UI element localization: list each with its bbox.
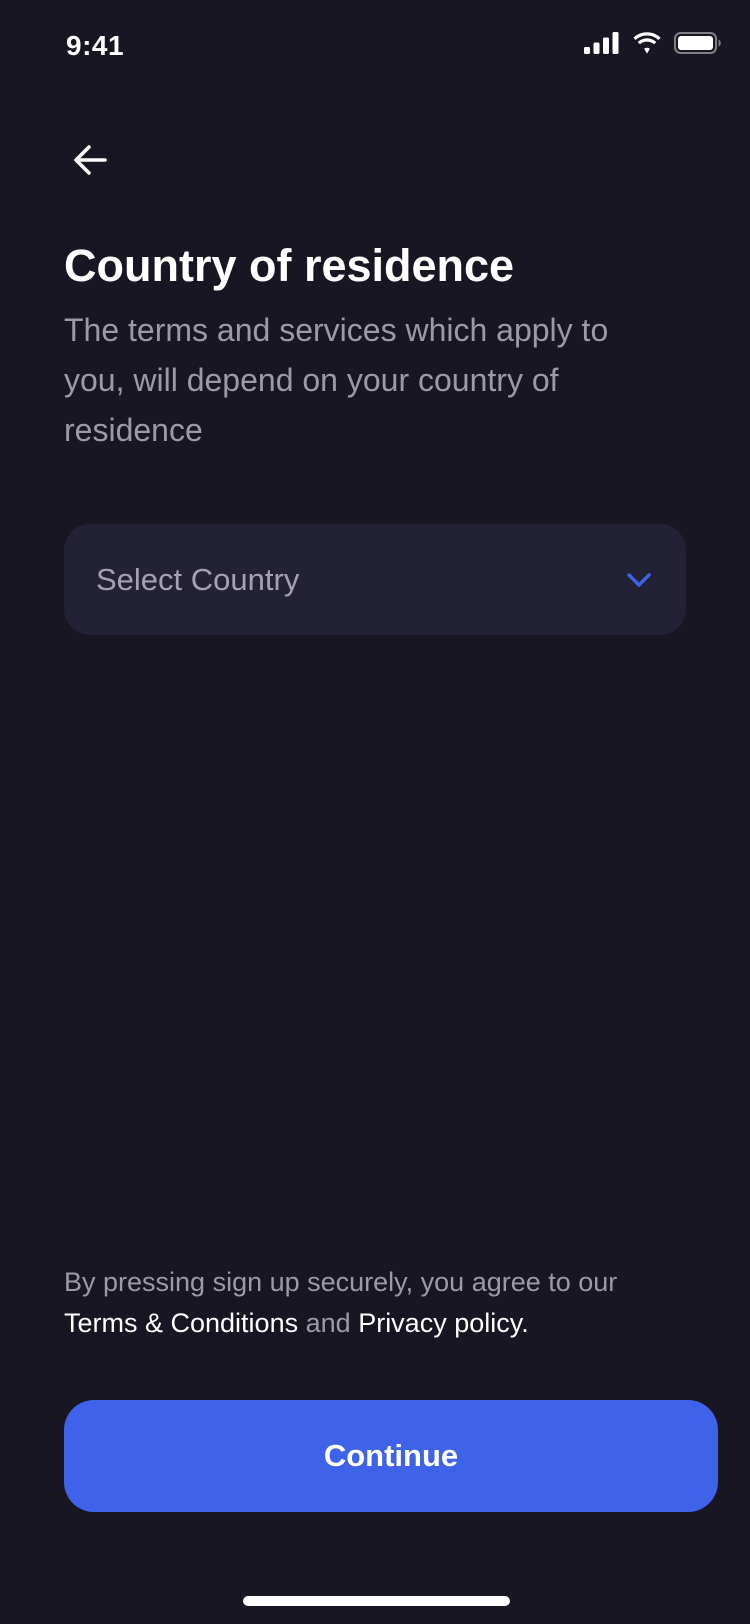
terms-notice: By pressing sign up securely, you agree … <box>64 1262 704 1344</box>
status-icons <box>584 32 722 59</box>
page-subtitle: The terms and services which apply to yo… <box>64 312 609 448</box>
privacy-policy-link[interactable]: Privacy policy <box>358 1308 521 1338</box>
back-button[interactable] <box>62 134 118 190</box>
terms-prefix: By pressing sign up securely, you agree … <box>64 1267 618 1297</box>
cellular-signal-icon <box>584 32 620 59</box>
status-time: 9:41 <box>66 30 125 61</box>
chevron-down-icon <box>624 565 654 595</box>
country-select[interactable]: Select Country <box>64 524 686 635</box>
battery-icon <box>674 32 722 59</box>
page-title: Country of residence <box>64 240 515 291</box>
terms-suffix: . <box>521 1308 529 1338</box>
arrow-left-icon <box>72 144 108 181</box>
status-bar: 9:41 <box>0 0 750 96</box>
wifi-icon <box>632 32 662 59</box>
country-select-placeholder: Select Country <box>96 561 300 597</box>
terms-conjunction: and <box>305 1308 351 1338</box>
continue-button[interactable]: Continue <box>64 1400 718 1512</box>
terms-and-conditions-link[interactable]: Terms & Conditions <box>64 1308 298 1338</box>
home-indicator <box>243 1596 510 1606</box>
